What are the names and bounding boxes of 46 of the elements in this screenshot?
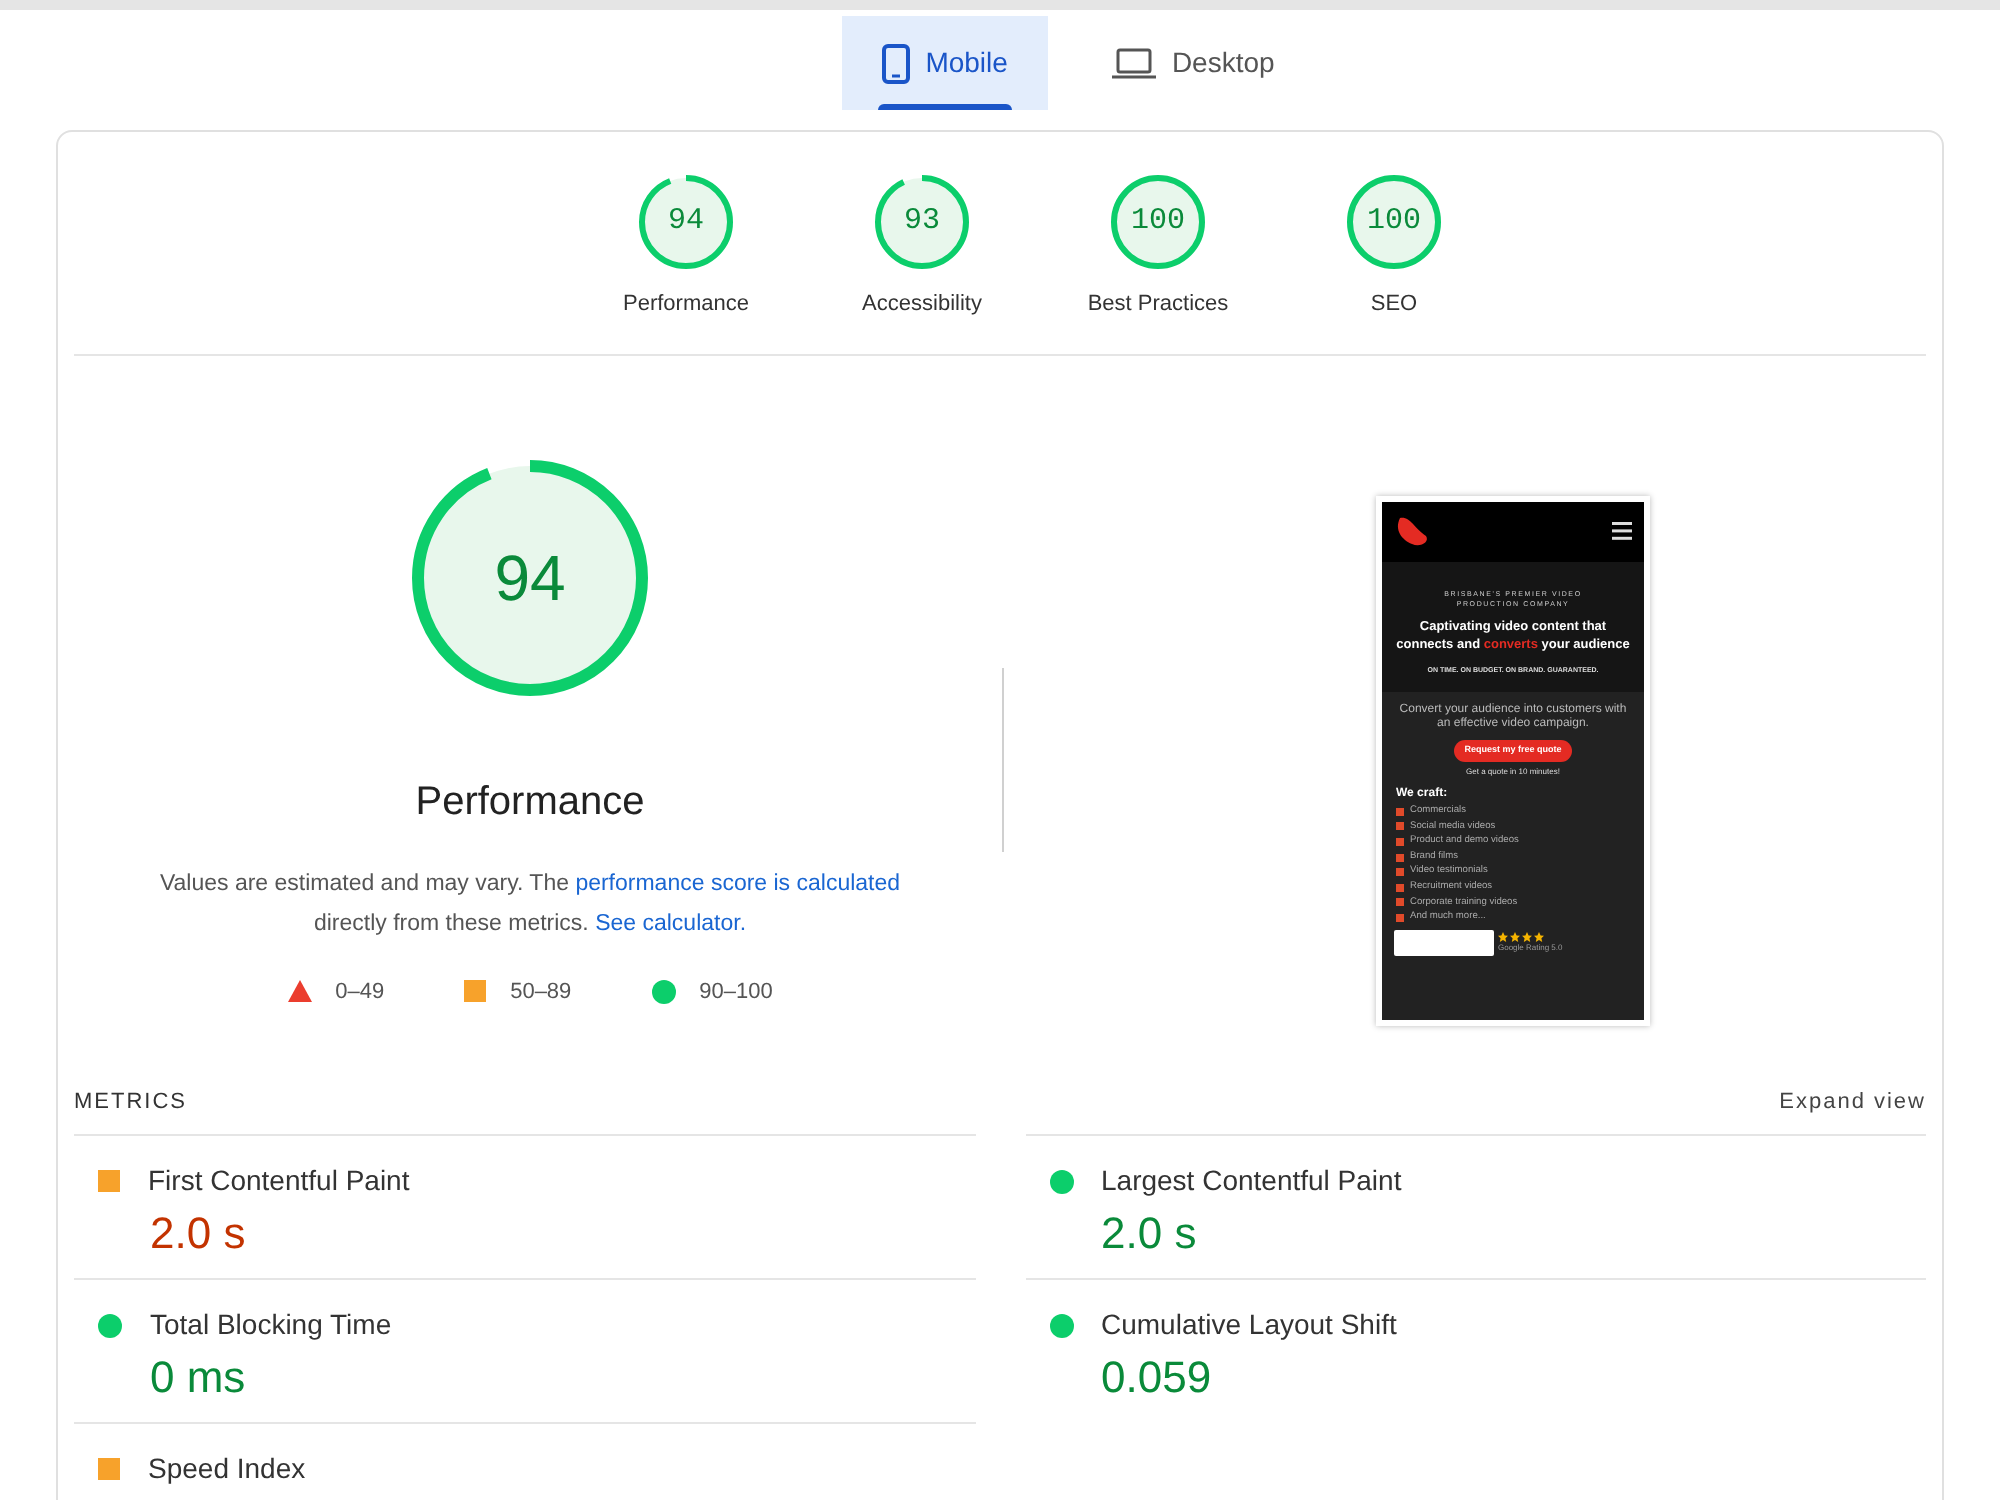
score-value: 94: [494, 539, 566, 617]
stars-icon: [1498, 931, 1546, 942]
legend-label: 90–100: [699, 977, 773, 1007]
laptop-icon: [1111, 47, 1156, 79]
square-icon: [464, 980, 487, 1003]
menu-icon: [1612, 522, 1632, 540]
device-tab[interactable]: Mobile: [841, 16, 1048, 110]
bullet-icon: [1396, 853, 1404, 862]
phone-icon: [881, 43, 910, 83]
category-label[interactable]: Accessibility: [862, 288, 982, 321]
rating-badge: [1394, 929, 1494, 956]
bullet-icon: [1396, 837, 1404, 846]
metric-value: 0.059: [1099, 1350, 1214, 1406]
logo-icon: [1394, 515, 1430, 547]
metric-value: 2.0 s: [148, 1206, 248, 1262]
category-label[interactable]: SEO: [1370, 288, 1418, 321]
legend-label: 0–49: [335, 977, 385, 1007]
score-description: Values are estimated and may vary. The performance score is calculated directly from these metrics. See calculator.: [157, 869, 903, 939]
score-value: 94: [667, 201, 704, 242]
calculation-link[interactable]: performance score is calculated: [575, 871, 901, 895]
metric-label: Total Blocking Time: [150, 1306, 392, 1344]
expand-view-link[interactable]: Expand view: [1779, 1085, 1926, 1118]
score-value: 100: [1130, 201, 1185, 242]
category-label[interactable]: Best Practices: [1087, 288, 1229, 321]
bullet-icon: [1396, 898, 1404, 907]
metric-label: Speed Index: [148, 1450, 306, 1488]
dot-icon: [651, 979, 676, 1004]
bullet-icon: [1396, 822, 1404, 831]
score-value: 93: [903, 201, 940, 242]
bullet-icon: [1396, 883, 1404, 892]
section-heading: METRICS: [74, 1087, 187, 1117]
metric-label: Largest Contentful Paint: [1101, 1162, 1402, 1200]
bullet-icon: [1396, 807, 1404, 816]
legend-label: 50–89: [510, 977, 572, 1007]
metric-label: First Contentful Paint: [148, 1162, 410, 1200]
triangle-icon: [287, 980, 312, 1003]
bullet-icon: [1396, 868, 1404, 877]
device-tab[interactable]: Desktop: [1071, 16, 1315, 110]
score-value: 100: [1366, 201, 1421, 242]
calculator-link[interactable]: See calculator.: [595, 911, 747, 935]
metric-label: Cumulative Layout Shift: [1101, 1306, 1397, 1344]
section-title: Performance: [415, 777, 645, 827]
bullet-icon: [1396, 913, 1404, 922]
metric-value: 0 ms: [148, 1350, 248, 1406]
metric-value: 2.0 s: [1099, 1206, 1199, 1262]
category-label[interactable]: Performance: [623, 288, 749, 321]
